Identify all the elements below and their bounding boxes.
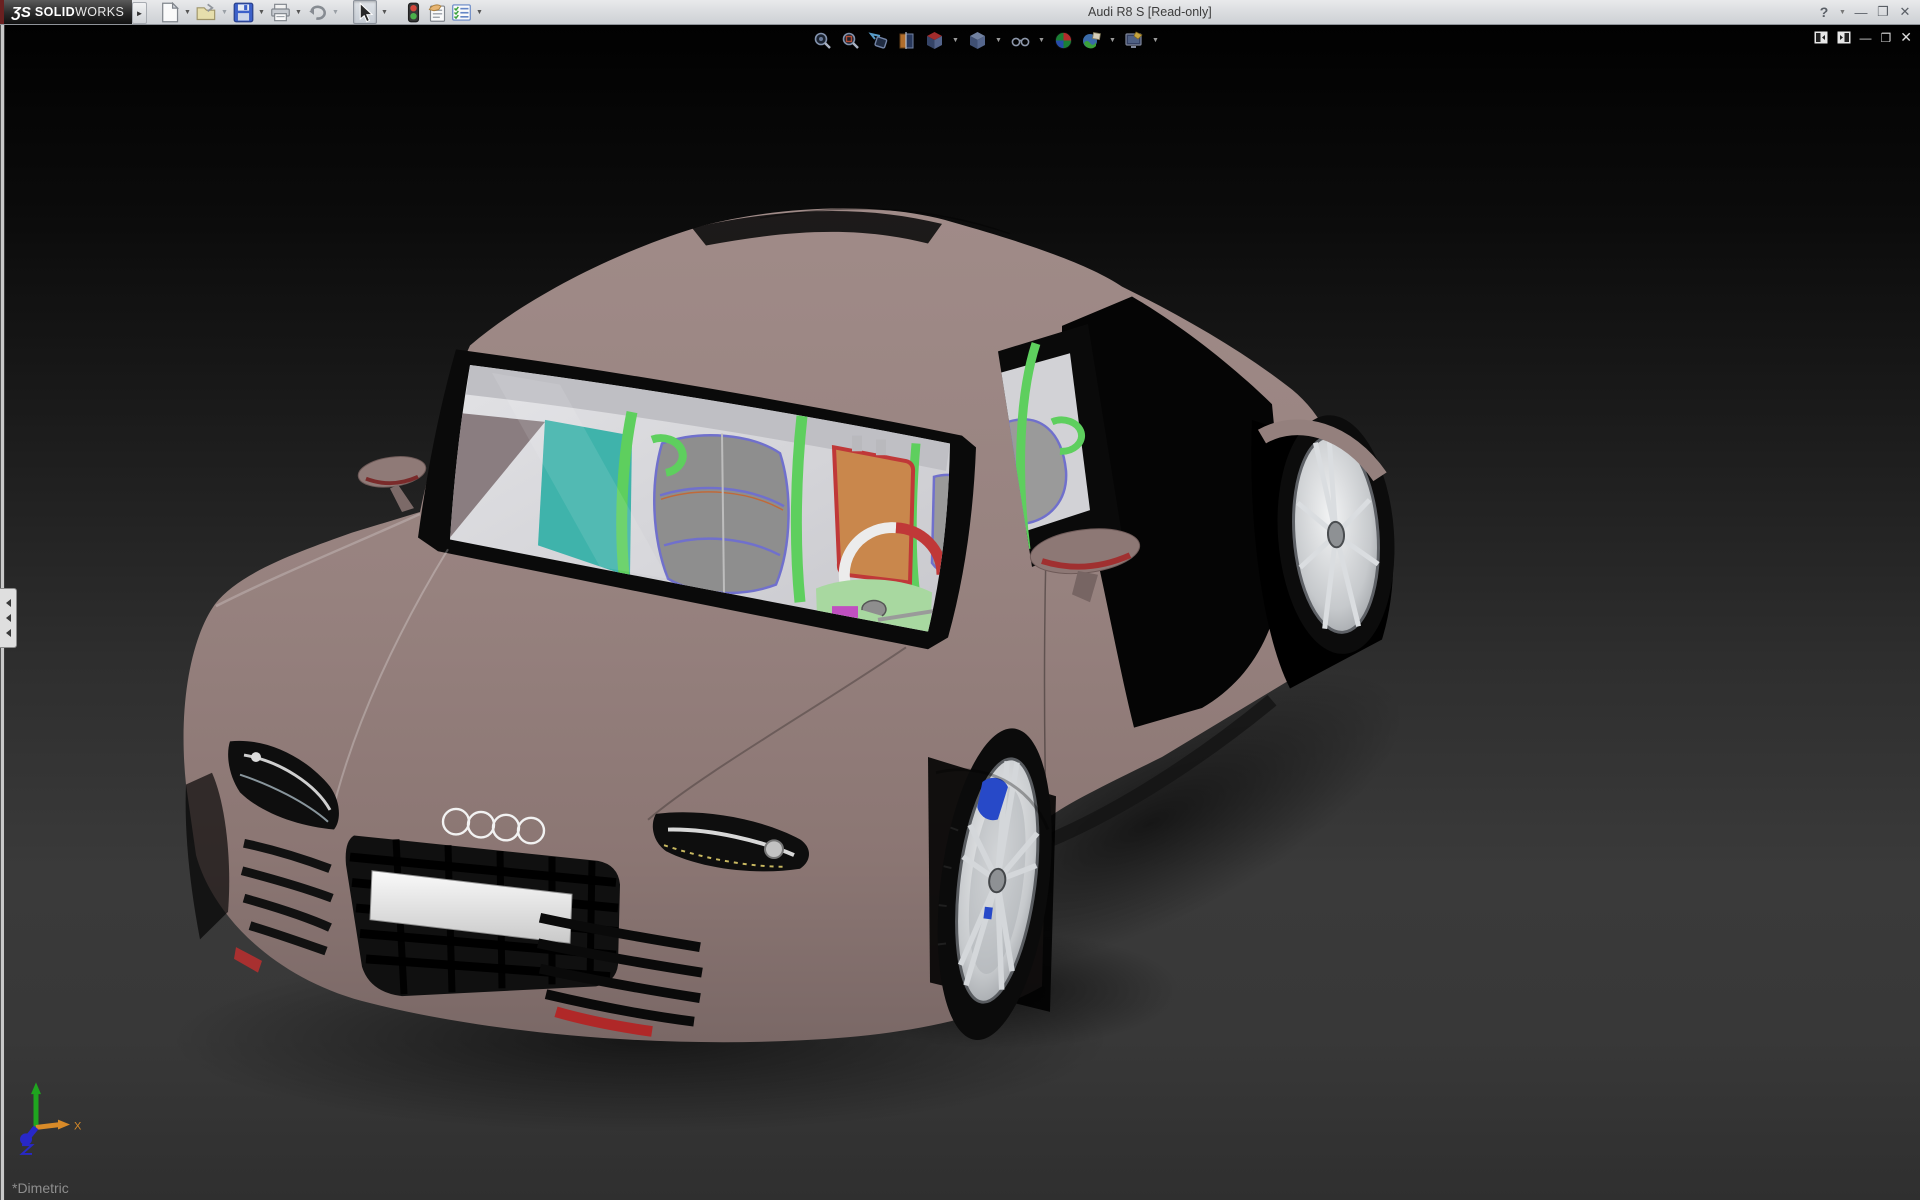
view-settings-dropdown[interactable]: ▼ [1152, 37, 1160, 44]
display-style-dropdown[interactable]: ▼ [995, 37, 1003, 44]
left-red-accent [234, 947, 262, 972]
toolbar-expander-button[interactable]: ► [132, 2, 147, 24]
window-title: Audi R8 S [Read-only] [1088, 5, 1212, 19]
triad-x-label: X [74, 1121, 82, 1133]
toolbar-separator [343, 1, 351, 23]
app-window-controls: ? ▼ — ❐ ✕ [1815, 0, 1914, 24]
new-document-icon [159, 2, 180, 23]
zoom-to-area-icon[interactable] [840, 30, 861, 51]
doc-minimize-button[interactable]: — [1860, 31, 1872, 45]
save-icon [233, 2, 254, 23]
options-button[interactable] [450, 1, 472, 23]
open-button[interactable] [195, 1, 217, 23]
previous-view-icon[interactable] [868, 30, 889, 51]
doc-restore-button[interactable]: ❐ [1881, 31, 1892, 45]
save-dropdown[interactable]: ▼ [256, 1, 267, 23]
reference-triad: X [20, 1082, 82, 1154]
car-model-audi-r8[interactable] [184, 208, 1403, 1046]
undo-icon [307, 2, 328, 23]
open-icon [196, 2, 217, 23]
select-tool-button[interactable] [353, 0, 377, 24]
select-cursor-icon [355, 2, 376, 23]
app-restore-button[interactable]: ❐ [1874, 4, 1892, 20]
view-orientation-dropdown[interactable]: ▼ [952, 37, 960, 44]
options-dropdown[interactable]: ▼ [474, 1, 485, 23]
rebuild-settings-button[interactable] [426, 1, 448, 23]
triad-y-arrow [31, 1082, 41, 1094]
print-icon [270, 2, 291, 23]
view-settings-icon[interactable] [1124, 30, 1145, 51]
expander-arrow-icon: ► [136, 9, 144, 18]
main-toolbar: ▼ ▼ ▼ ▼ [158, 0, 485, 24]
headlight-bulb [251, 752, 261, 762]
rebuild-settings-icon [427, 2, 448, 23]
traffic-light-icon [403, 2, 424, 23]
options-icon [451, 2, 472, 23]
apply-scene-dropdown[interactable]: ▼ [1109, 37, 1117, 44]
left-mirror[interactable] [356, 453, 428, 512]
hide-show-items-icon[interactable] [1010, 30, 1031, 51]
select-tool-dropdown[interactable]: ▼ [379, 1, 390, 23]
apply-scene-icon[interactable] [1081, 30, 1102, 51]
triad-z-label-glyph [22, 1145, 32, 1154]
hide-show-items-dropdown[interactable]: ▼ [1038, 37, 1046, 44]
graphics-viewport[interactable]: ▼ ▼ ▼ ▼ ▼ [0, 24, 1920, 1200]
solidworks-logo-text-bold: SOLID [35, 5, 75, 19]
new-document-dropdown[interactable]: ▼ [182, 1, 193, 23]
app-minimize-button[interactable]: — [1852, 5, 1870, 20]
help-button[interactable]: ? [1815, 4, 1833, 20]
help-dropdown[interactable]: ▼ [1837, 1, 1848, 23]
document-window-controls: — ❐ ✕ [1814, 29, 1913, 46]
view-traffic-light-button[interactable] [402, 1, 424, 23]
caliper-detail [983, 907, 992, 920]
new-document-button[interactable] [158, 1, 180, 23]
zoom-to-fit-icon[interactable] [812, 30, 833, 51]
undo-button[interactable] [306, 1, 328, 23]
edit-appearance-icon[interactable] [1053, 30, 1074, 51]
triad-z-arrow [20, 1133, 32, 1145]
toolbar-separator [392, 1, 400, 23]
doc-close-button[interactable]: ✕ [1900, 29, 1912, 46]
app-close-button[interactable]: ✕ [1896, 4, 1914, 20]
display-style-icon[interactable] [967, 30, 988, 51]
save-button[interactable] [232, 1, 254, 23]
solidworks-logo-mark: ƷS [12, 4, 31, 21]
headsup-view-toolbar: ▼ ▼ ▼ ▼ ▼ [812, 28, 1160, 52]
triad-x-arrow [58, 1120, 70, 1130]
undo-dropdown[interactable]: ▼ [330, 1, 341, 23]
view-orientation-label: *Dimetric [12, 1180, 69, 1196]
view-orientation-icon[interactable] [924, 30, 945, 51]
title-bar: ƷS SOLID WORKS ► ▼ ▼ [0, 0, 1920, 25]
print-button[interactable] [269, 1, 291, 23]
solidworks-logo: ƷS SOLID WORKS [4, 0, 132, 24]
section-view-icon[interactable] [896, 30, 917, 51]
pane-left-icon[interactable] [1814, 31, 1828, 44]
model-scene: X [0, 24, 1920, 1200]
pane-right-icon[interactable] [1837, 31, 1851, 44]
triad-x-axis [36, 1125, 60, 1128]
solidworks-logo-text-light: WORKS [75, 5, 124, 19]
open-dropdown[interactable]: ▼ [219, 1, 230, 23]
headlight-projector [765, 840, 783, 858]
print-dropdown[interactable]: ▼ [293, 1, 304, 23]
